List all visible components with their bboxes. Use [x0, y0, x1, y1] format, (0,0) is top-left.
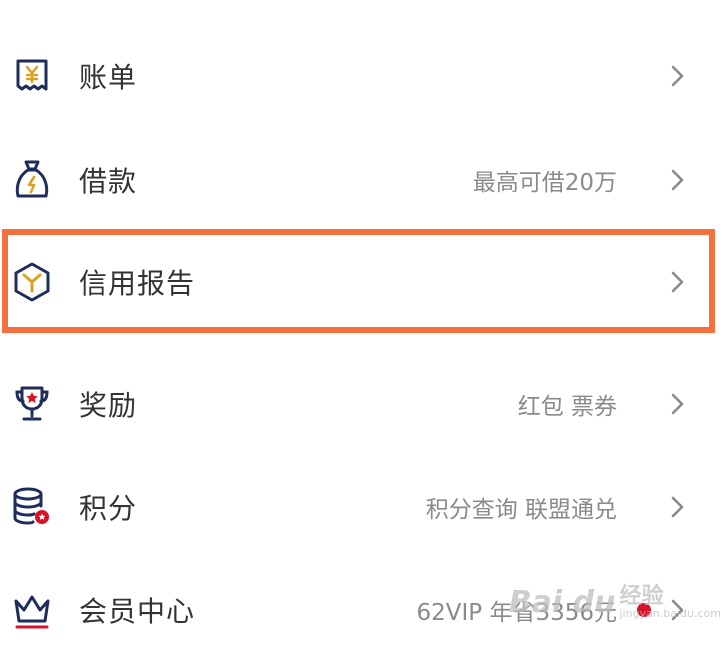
loan-bag-icon	[10, 158, 54, 202]
menu-item-subtitle: 积分查询 联盟通兑	[425, 497, 617, 523]
trophy-icon	[10, 382, 54, 426]
chevron-right-icon	[671, 496, 684, 518]
crown-icon	[10, 588, 54, 632]
menu-item-loan[interactable]: 借款 最高可借20万	[0, 128, 727, 232]
menu-list: 账单 借款 最高可借20万 信用报告 奖励 红包 票券 积分 积分查询 联盟通兑…	[0, 0, 727, 629]
bill-icon	[10, 54, 54, 98]
menu-item-subtitle: 红包 票券	[517, 394, 617, 420]
menu-item-label: 账单	[79, 61, 138, 94]
menu-item-label: 奖励	[79, 389, 138, 422]
chevron-right-icon	[671, 65, 684, 87]
menu-item-bill[interactable]: 账单	[0, 24, 727, 128]
chevron-right-icon	[671, 599, 684, 621]
notification-dot	[637, 603, 651, 617]
menu-item-subtitle: 最高可借20万	[472, 170, 617, 196]
menu-item-rewards[interactable]: 奖励 红包 票券	[0, 352, 727, 456]
menu-item-points[interactable]: 积分 积分查询 联盟通兑	[0, 455, 727, 559]
menu-item-label: 借款	[79, 165, 138, 198]
menu-item-subtitle: 62VIP 年省3356元	[416, 600, 618, 626]
chevron-right-icon	[671, 393, 684, 415]
highlight-frame	[2, 229, 715, 333]
menu-item-label: 积分	[79, 492, 138, 525]
menu-item-label: 会员中心	[79, 595, 196, 628]
chevron-right-icon	[671, 169, 684, 191]
coins-icon	[10, 485, 54, 529]
menu-item-membership[interactable]: 会员中心 62VIP 年省3356元	[0, 558, 727, 662]
